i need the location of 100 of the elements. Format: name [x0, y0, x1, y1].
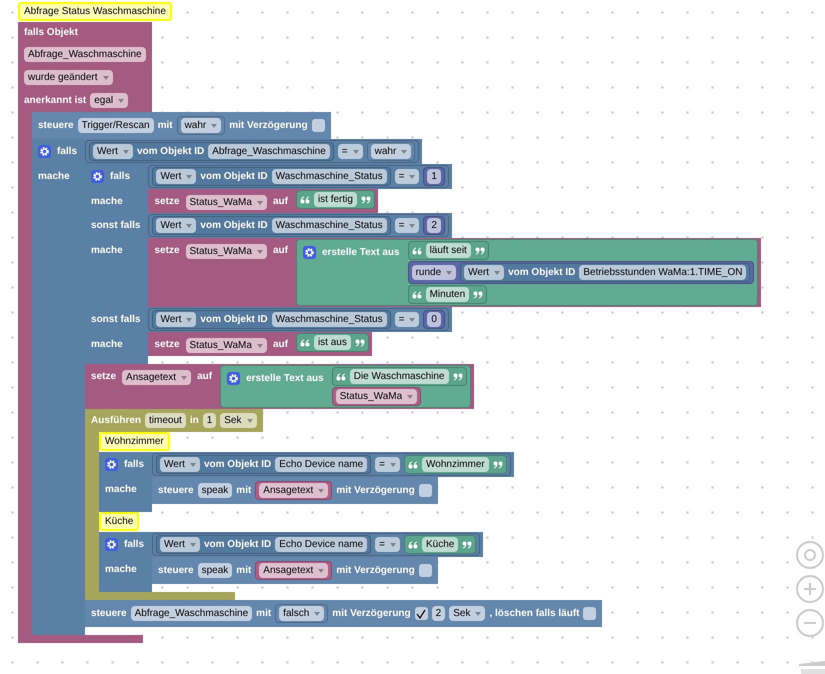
caret-icon [401, 150, 408, 154]
dropdown-field[interactable]: Status_WaMa [186, 195, 267, 210]
text-field[interactable]: 0 [427, 312, 441, 327]
block-label: steuere [158, 484, 194, 497]
dropdown-field[interactable]: egal [90, 93, 128, 108]
caret-icon [494, 270, 500, 274]
block-label: mache [105, 483, 137, 496]
text-field[interactable]: Waschmaschine_Status [272, 218, 387, 233]
caret-icon [318, 488, 324, 492]
dropdown-field[interactable]: Sek [449, 606, 486, 621]
dropdown-field[interactable]: wahr [370, 144, 412, 159]
caret-icon [246, 418, 252, 422]
dropdown-field[interactable]: Ansagetext [259, 563, 328, 578]
text-field[interactable]: Küche [422, 537, 458, 552]
text-field[interactable]: läuft seit [426, 243, 471, 258]
text-field[interactable]: 1 [202, 413, 216, 428]
text-field[interactable]: Waschmaschine_Status [272, 312, 387, 327]
text-field[interactable]: Minuten [426, 287, 470, 302]
caret-icon [122, 150, 129, 154]
text-field[interactable]: Echo Device name [275, 457, 368, 472]
zoom-out-icon[interactable] [795, 608, 825, 638]
text-field[interactable]: timeout [145, 413, 186, 428]
caret-icon [390, 462, 396, 466]
dropdown-field[interactable]: Wert [160, 457, 200, 472]
gear-icon[interactable] [227, 372, 240, 385]
checkbox[interactable] [418, 484, 432, 497]
text-field[interactable]: 1 [427, 169, 441, 184]
block-label: steuere [158, 564, 194, 577]
dropdown-field[interactable]: Ansagetext [122, 370, 192, 385]
dropdown-field[interactable]: Wert [93, 144, 133, 159]
quote-icon [300, 196, 310, 204]
dropdown-field[interactable]: falsch [279, 606, 324, 621]
text-field[interactable]: Trigger/Rescan [78, 118, 154, 133]
gear-icon[interactable] [38, 145, 51, 158]
dropdown-field[interactable]: Wert [160, 537, 200, 552]
checkbox[interactable] [414, 607, 428, 620]
checkbox[interactable] [583, 607, 596, 620]
text-field[interactable]: ist aus [314, 335, 351, 350]
gear-icon[interactable] [105, 538, 118, 551]
text-field[interactable]: Waschmaschine_Status [272, 169, 387, 184]
dropdown-field[interactable]: = [394, 312, 420, 327]
text-field[interactable]: ist fertig [314, 192, 357, 207]
text-field[interactable]: speak [198, 483, 232, 498]
caret-icon [186, 174, 192, 178]
block-label: mache [91, 244, 123, 257]
dropdown-field[interactable]: Wert [156, 169, 196, 184]
text-field[interactable]: Betriebsstunden WaMa:1.TIME_ON [579, 265, 746, 280]
dropdown-field[interactable]: = [394, 169, 420, 184]
dropdown-field[interactable]: Wert [156, 312, 196, 327]
block-label: vom Objekt ID [204, 458, 272, 471]
block-label: mit [158, 119, 173, 132]
caret-icon [186, 224, 192, 228]
block-label: steuere [38, 119, 74, 132]
quote-icon [462, 540, 472, 548]
gear-icon[interactable] [91, 170, 104, 183]
dropdown-field[interactable]: = [375, 537, 400, 552]
dropdown-field[interactable]: Status_WaMa [186, 338, 267, 353]
checkbox[interactable] [312, 119, 325, 132]
gear-icon[interactable] [302, 246, 316, 259]
caret-icon [352, 150, 359, 154]
block-label: auf [272, 338, 288, 351]
text-field[interactable]: Echo Device name [275, 537, 368, 552]
dropdown-field[interactable]: = [394, 218, 420, 233]
text-field[interactable]: Abfrage_Waschmaschine [24, 47, 146, 62]
text-field[interactable]: 2 [432, 606, 446, 621]
zoom-in-icon[interactable] [795, 574, 825, 604]
dropdown-field[interactable]: Sek [220, 413, 256, 428]
dropdown-field[interactable]: Status_WaMa [186, 244, 267, 259]
dropdown-field[interactable]: Wert [156, 218, 196, 233]
text-field[interactable]: speak [198, 563, 232, 578]
caret-icon [256, 200, 263, 204]
block-label: mit [236, 484, 252, 497]
dropdown-field[interactable]: Ansagetext [259, 483, 328, 498]
block-label: mache [38, 170, 70, 183]
checkbox[interactable] [418, 564, 432, 577]
block-label: vom Objekt ID [508, 266, 576, 279]
dropdown-field[interactable]: Wert [464, 265, 504, 280]
block-label: mit Verzögerung [336, 564, 415, 577]
text-field[interactable]: Abfrage_Waschmaschine [130, 606, 252, 621]
text-field[interactable]: Wohnzimmer [422, 457, 489, 472]
caret-icon [314, 612, 320, 616]
dropdown-field[interactable]: wurde geändert [24, 70, 112, 85]
block-label: vom Objekt ID [204, 538, 272, 551]
block-label: setze [154, 338, 180, 351]
dropdown-field[interactable]: Status_WaMa [336, 389, 418, 404]
dropdown-field[interactable]: = [375, 457, 400, 472]
recenter-icon[interactable] [795, 540, 825, 570]
block-label: erstelle Text aus [246, 372, 324, 385]
block-label: auf [197, 370, 212, 383]
dropdown-field[interactable]: wahr [180, 118, 222, 133]
dropdown-field[interactable]: runde [412, 265, 456, 280]
text-field[interactable]: 2 [427, 218, 441, 233]
quote-icon [412, 246, 422, 254]
text-field[interactable]: Abfrage_Waschmaschine [208, 144, 330, 159]
caret-icon [181, 376, 188, 380]
caret-icon [390, 542, 396, 546]
block-label: setze [91, 370, 116, 383]
dropdown-field[interactable]: = [338, 144, 363, 159]
gear-icon[interactable] [105, 458, 118, 471]
text-field[interactable]: Die Waschmaschine [350, 369, 448, 384]
